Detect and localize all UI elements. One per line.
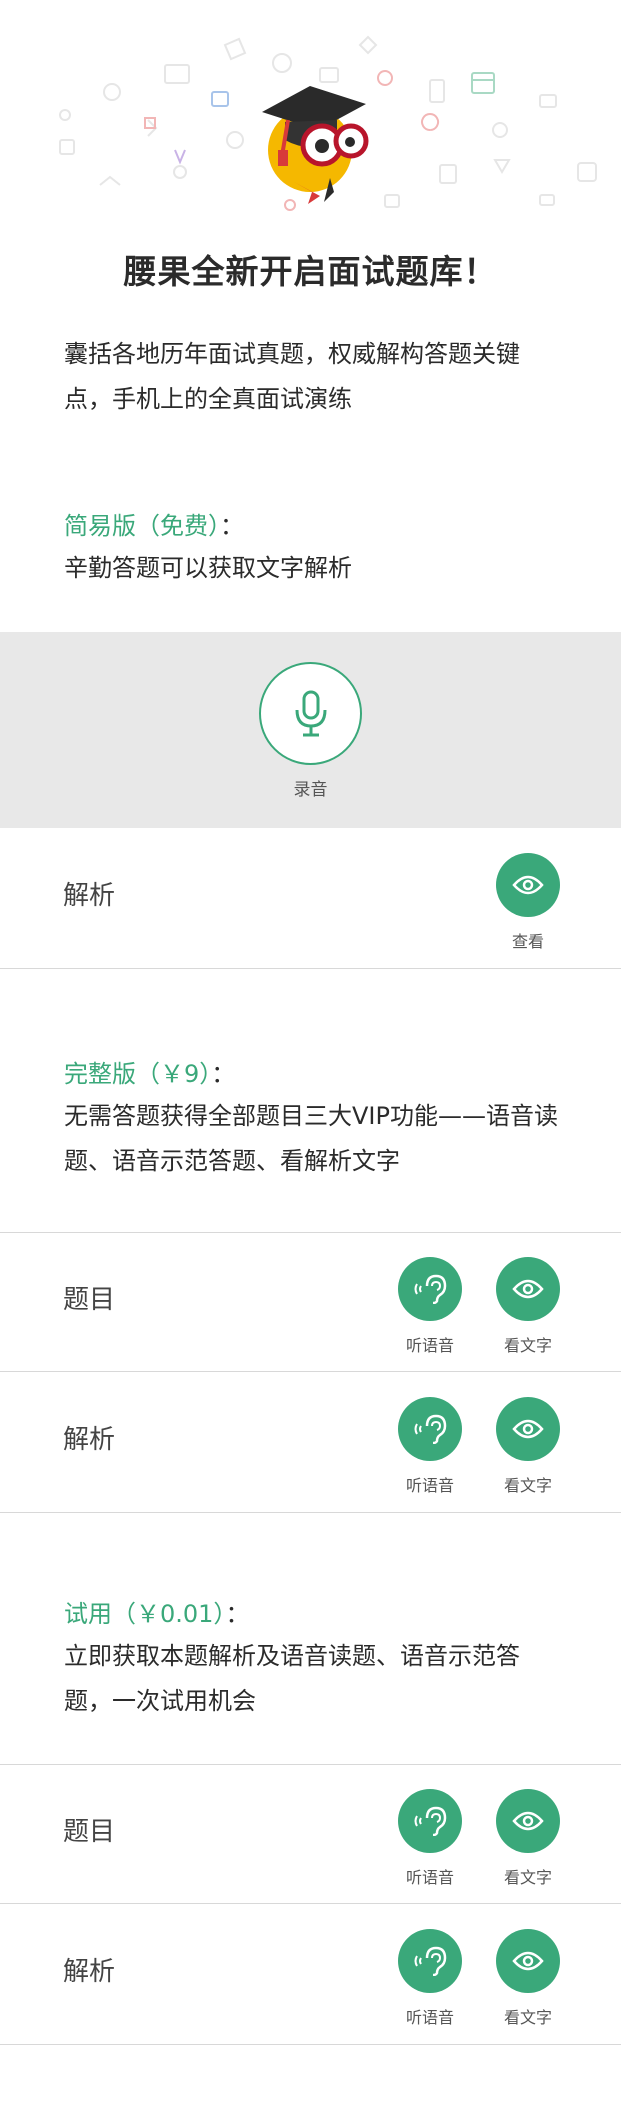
trial-section-title: 试用（￥0.01）：	[64, 1594, 249, 1629]
read-circle[interactable]	[496, 1257, 560, 1321]
ear-icon	[414, 1274, 447, 1304]
eye-icon	[512, 1951, 544, 1971]
intro-text: 囊括各地历年面试真题，权威解构答题关键点，手机上的全真面试演练	[64, 340, 520, 413]
record-label: 录音	[293, 780, 328, 800]
row-label: 解析	[63, 881, 116, 911]
record-button[interactable]	[259, 662, 362, 765]
row-label: 题目	[63, 1817, 116, 1847]
listen-button[interactable]: 听语音	[385, 1397, 475, 1496]
read-label: 看文字	[503, 2008, 552, 2027]
ear-icon	[414, 1414, 447, 1444]
trial-title-text: 试用（￥0.01）	[64, 1600, 226, 1628]
simple-title-text: 简易版（免费）	[64, 512, 220, 540]
trial-title-colon: ：	[225, 1600, 250, 1628]
read-label: 看文字	[503, 1868, 552, 1887]
listen-circle[interactable]	[398, 1929, 462, 1993]
full-title-colon: ：	[211, 1060, 236, 1088]
listen-circle[interactable]	[398, 1397, 462, 1461]
read-label: 看文字	[503, 1336, 552, 1355]
eye-icon	[512, 1419, 544, 1439]
listen-button[interactable]: 听语音	[385, 1929, 475, 2028]
hero-banner: 腰果全新开启面试题库！	[0, 0, 621, 300]
simple-title-colon: ：	[220, 512, 244, 540]
trial-analysis-row: 解析 听语音 看文字	[0, 1905, 621, 2045]
listen-label: 听语音	[405, 1336, 454, 1355]
simple-section-title: 简易版（免费）：	[64, 506, 244, 541]
full-section-title: 完整版（￥9）：	[64, 1054, 235, 1089]
trial-question-row: 题目 听语音 看文字	[0, 1764, 621, 1904]
view-label: 查看	[511, 932, 544, 951]
full-question-row: 题目 听语音 看文字	[0, 1232, 621, 1372]
mascot-logo	[262, 86, 369, 204]
background-doodles	[59, 35, 597, 211]
eye-icon	[512, 1279, 544, 1299]
listen-circle[interactable]	[398, 1789, 462, 1853]
listen-circle[interactable]	[398, 1257, 462, 1321]
page-title: 腰果全新开启面试题库！	[123, 252, 498, 291]
read-label: 看文字	[503, 1476, 552, 1495]
read-circle[interactable]	[496, 1789, 560, 1853]
eye-icon	[512, 1811, 544, 1831]
full-section-desc: 无需答题获得全部题目三大VIP功能——语音读题、语音示范答题、看解析文字	[64, 1102, 558, 1175]
read-button[interactable]: 看文字	[483, 1789, 573, 1888]
read-circle[interactable]	[496, 1397, 560, 1461]
simple-analysis-row: 解析 查看	[0, 829, 621, 969]
row-label: 解析	[63, 1425, 116, 1455]
row-label: 题目	[63, 1285, 116, 1315]
microphone-icon	[295, 690, 326, 736]
listen-label: 听语音	[405, 1868, 454, 1887]
listen-button[interactable]: 听语音	[385, 1789, 475, 1888]
read-circle[interactable]	[496, 1929, 560, 1993]
simple-section-desc: 辛勤答题可以获取文字解析	[64, 554, 352, 582]
listen-button[interactable]: 听语音	[385, 1257, 475, 1356]
row-label: 解析	[63, 1957, 116, 1987]
ear-icon	[414, 1806, 447, 1836]
listen-label: 听语音	[405, 2008, 454, 2027]
read-button[interactable]: 看文字	[483, 1929, 573, 2028]
read-button[interactable]: 看文字	[483, 1397, 573, 1496]
listen-label: 听语音	[405, 1476, 454, 1495]
full-analysis-row: 解析 听语音 看文字	[0, 1373, 621, 1513]
view-circle[interactable]	[496, 853, 560, 917]
read-button[interactable]: 看文字	[483, 1257, 573, 1356]
eye-icon	[512, 875, 544, 895]
full-title-text: 完整版（￥9）	[64, 1060, 212, 1088]
trial-section-desc: 立即获取本题解析及语音读题、语音示范答题，一次试用机会	[64, 1642, 520, 1715]
view-button[interactable]: 查看	[483, 853, 573, 952]
ear-icon	[414, 1946, 447, 1976]
